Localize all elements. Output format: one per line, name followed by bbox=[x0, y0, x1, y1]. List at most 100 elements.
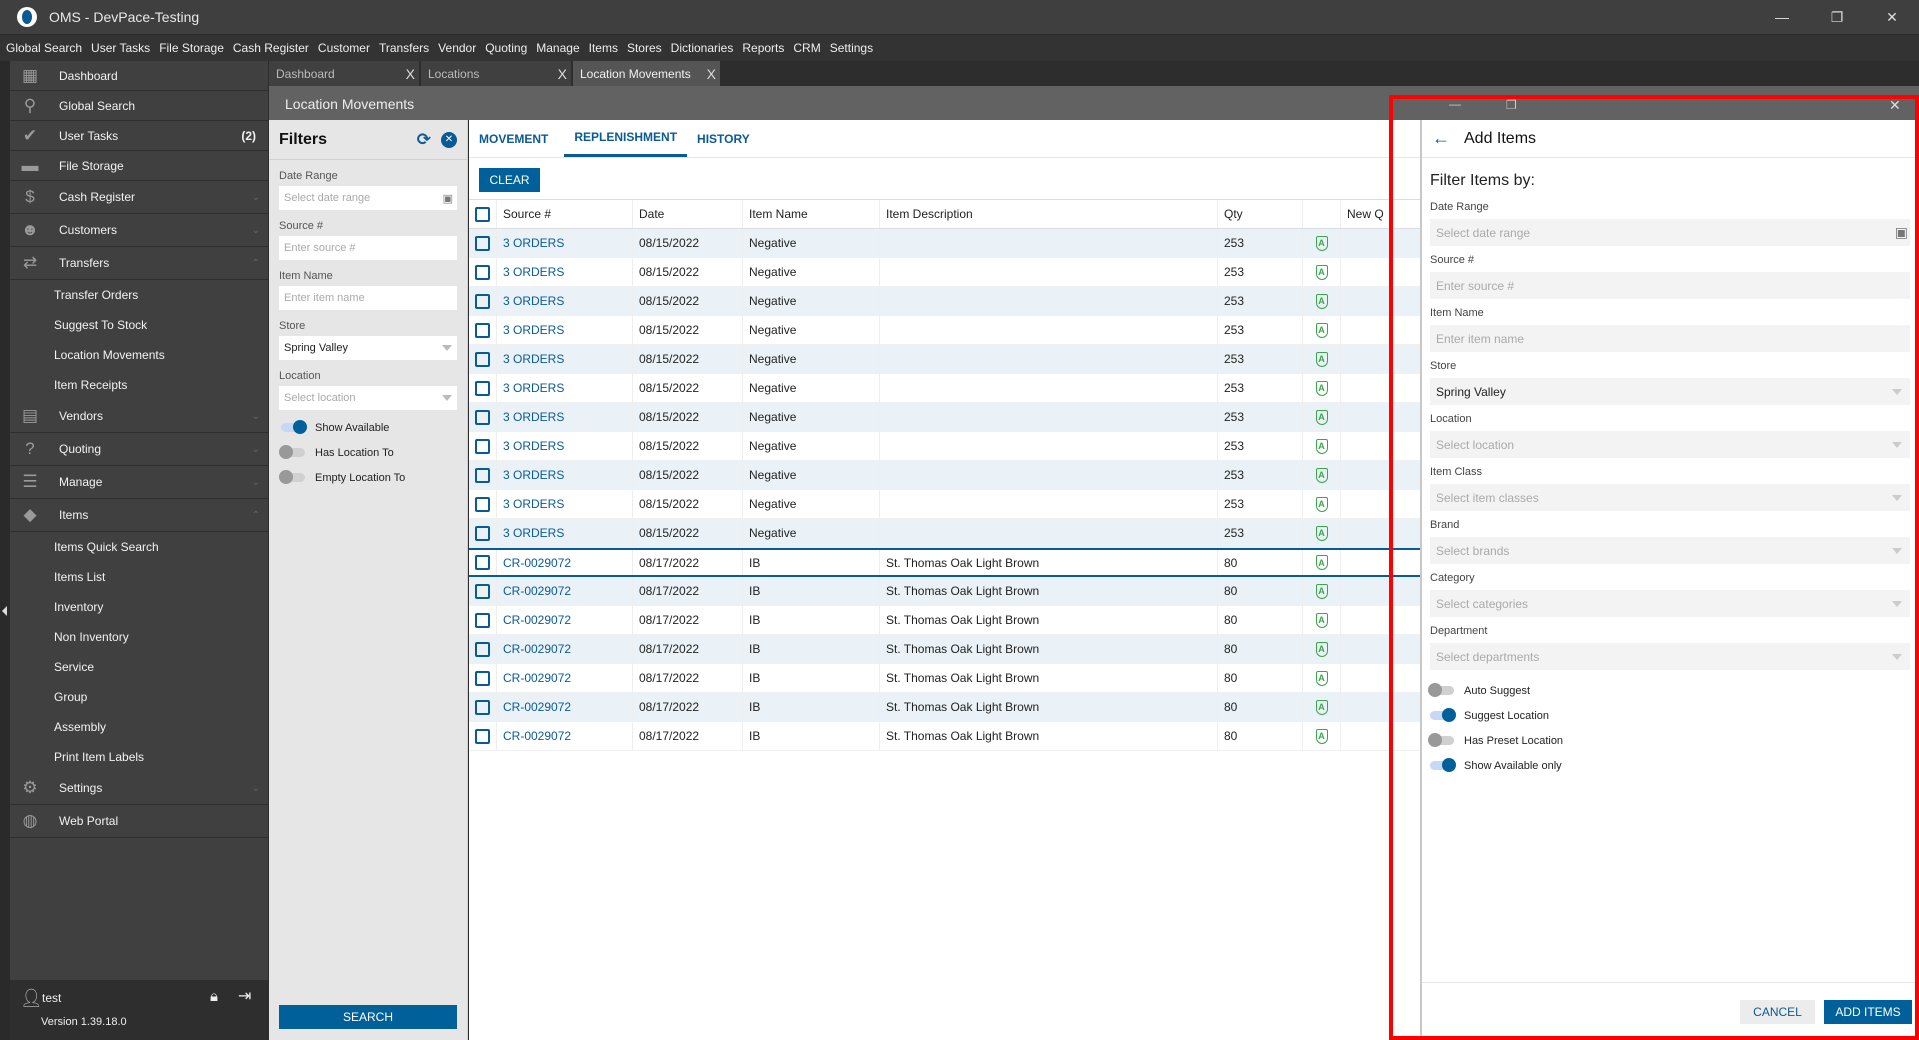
restore-button[interactable]: ❐ bbox=[1810, 0, 1864, 34]
sidebar-item-location-movements[interactable]: Location Movements bbox=[10, 340, 268, 370]
back-arrow-icon[interactable]: ← bbox=[1432, 128, 1450, 149]
chevron-icon[interactable]: ⌄ bbox=[252, 477, 260, 488]
close-tab-icon[interactable]: X bbox=[406, 66, 415, 82]
chevron-icon[interactable]: ⌃ bbox=[252, 510, 260, 521]
source-link[interactable]: 3 ORDERS bbox=[503, 381, 564, 395]
tab-dashboard[interactable]: Dashboard X bbox=[269, 61, 419, 86]
toggle-switch[interactable] bbox=[279, 445, 305, 459]
close-tab-icon[interactable]: X bbox=[707, 66, 716, 82]
brand-select[interactable]: Select brands bbox=[1430, 537, 1910, 564]
chevron-icon[interactable]: ⌄ bbox=[252, 225, 260, 236]
menu-vendor[interactable]: Vendor bbox=[438, 41, 476, 55]
source-link[interactable]: 3 ORDERS bbox=[503, 265, 564, 279]
source-input[interactable]: Enter source # bbox=[1430, 272, 1910, 299]
chevron-icon[interactable]: ⌃ bbox=[252, 258, 260, 269]
toggle-empty-location-to[interactable]: Empty Location To bbox=[279, 465, 467, 490]
location-select[interactable]: Select location bbox=[1430, 431, 1910, 458]
sidebar-item-customers[interactable]: ☻ Customers ⌄ bbox=[10, 214, 268, 247]
column-header[interactable]: Qty bbox=[1218, 200, 1303, 228]
sidebar-item-user-tasks[interactable]: ✔ User Tasks (2) bbox=[10, 121, 268, 151]
location-select[interactable]: Select location bbox=[279, 386, 457, 410]
column-header[interactable]: Date bbox=[633, 200, 743, 228]
select-all-checkbox[interactable] bbox=[475, 206, 490, 222]
calendar-icon[interactable]: ▣ bbox=[1895, 224, 1908, 241]
toggle-show-available-only[interactable]: Show Available only bbox=[1430, 753, 1915, 778]
row-checkbox[interactable] bbox=[475, 699, 490, 715]
lock-icon[interactable]: 🔒︎ bbox=[210, 988, 218, 1005]
sidebar-item-vendors[interactable]: ▤ Vendors ⌄ bbox=[10, 400, 268, 433]
source-link[interactable]: CR-0029072 bbox=[503, 729, 571, 743]
category-select[interactable]: Select categories bbox=[1430, 590, 1910, 617]
row-checkbox[interactable] bbox=[475, 555, 490, 570]
source-link[interactable]: 3 ORDERS bbox=[503, 294, 564, 308]
toggle-auto-suggest[interactable]: Auto Suggest bbox=[1428, 678, 1915, 703]
store-select[interactable]: Spring Valley bbox=[1430, 378, 1910, 405]
refresh-icon[interactable]: ⟳ bbox=[417, 130, 431, 150]
source-link[interactable]: 3 ORDERS bbox=[503, 352, 564, 366]
column-header[interactable]: Item Description bbox=[880, 200, 1218, 228]
clear-filters-icon[interactable]: ✕ bbox=[441, 131, 457, 148]
toggle-switch[interactable] bbox=[281, 420, 307, 434]
row-checkbox[interactable] bbox=[475, 583, 490, 599]
row-checkbox[interactable] bbox=[475, 264, 490, 280]
source-link[interactable]: CR-0029072 bbox=[503, 613, 571, 627]
sidebar-item-group[interactable]: Group bbox=[10, 682, 268, 712]
source-link[interactable]: 3 ORDERS bbox=[503, 497, 564, 511]
menu-global-search[interactable]: Global Search bbox=[6, 41, 82, 55]
sidebar-item-transfers[interactable]: ⇄ Transfers ⌃ bbox=[10, 247, 268, 280]
search-button[interactable]: SEARCH bbox=[279, 1005, 457, 1029]
row-checkbox[interactable] bbox=[475, 670, 490, 686]
row-checkbox[interactable] bbox=[475, 235, 490, 251]
sidebar-item-global-search[interactable]: ⚲ Global Search bbox=[10, 91, 268, 121]
modal-minimize-icon[interactable]: — bbox=[1449, 97, 1461, 111]
toggle-switch[interactable] bbox=[279, 470, 305, 484]
toggle-switch[interactable] bbox=[1428, 733, 1454, 747]
menu-crm[interactable]: CRM bbox=[793, 41, 820, 55]
modal-restore-icon[interactable]: ❐ bbox=[1506, 98, 1517, 112]
sidebar-item-suggest-to-stock[interactable]: Suggest To Stock bbox=[10, 310, 268, 340]
menu-transfers[interactable]: Transfers bbox=[379, 41, 429, 55]
department-select[interactable]: Select departments bbox=[1430, 643, 1910, 670]
menu-manage[interactable]: Manage bbox=[536, 41, 579, 55]
menu-settings[interactable]: Settings bbox=[830, 41, 873, 55]
item-name-input[interactable]: Enter item name bbox=[279, 286, 457, 310]
chevron-icon[interactable]: ⌄ bbox=[252, 783, 260, 794]
row-checkbox[interactable] bbox=[475, 496, 490, 512]
collapse-arrow-icon[interactable] bbox=[2, 606, 7, 616]
sidebar-item-transfer-orders[interactable]: Transfer Orders bbox=[10, 280, 268, 310]
menu-quoting[interactable]: Quoting bbox=[485, 41, 527, 55]
sidebar-item-quoting[interactable]: ? Quoting ⌄ bbox=[10, 433, 268, 466]
close-tab-icon[interactable]: X bbox=[558, 66, 567, 82]
calendar-icon[interactable]: ▣ bbox=[443, 192, 453, 205]
row-checkbox[interactable] bbox=[475, 351, 490, 367]
sidebar-item-item-receipts[interactable]: Item Receipts bbox=[10, 370, 268, 400]
logout-icon[interactable]: ⇥ bbox=[238, 986, 251, 1006]
menu-customer[interactable]: Customer bbox=[318, 41, 370, 55]
sidebar-item-manage[interactable]: ☰ Manage ⌄ bbox=[10, 466, 268, 499]
toggle-switch[interactable] bbox=[1430, 708, 1456, 722]
store-select[interactable]: Spring Valley bbox=[279, 336, 457, 360]
column-header[interactable]: Item Name bbox=[743, 200, 880, 228]
source-link[interactable]: CR-0029072 bbox=[503, 671, 571, 685]
sidebar-item-web-portal[interactable]: ◍ Web Portal bbox=[10, 805, 268, 838]
source-link[interactable]: 3 ORDERS bbox=[503, 526, 564, 540]
toggle-switch[interactable] bbox=[1428, 683, 1454, 697]
date-range-input[interactable]: Select date range ▣ bbox=[279, 186, 457, 210]
source-input[interactable]: Enter source # bbox=[279, 236, 457, 260]
sidebar-item-inventory[interactable]: Inventory bbox=[10, 592, 268, 622]
sidebar-item-service[interactable]: Service bbox=[10, 652, 268, 682]
sidebar-item-items[interactable]: ◆ Items ⌃ bbox=[10, 499, 268, 532]
close-button[interactable]: ✕ bbox=[1865, 0, 1919, 34]
row-checkbox[interactable] bbox=[475, 380, 490, 396]
sidebar-item-items-quick-search[interactable]: Items Quick Search bbox=[10, 532, 268, 562]
source-link[interactable]: 3 ORDERS bbox=[503, 410, 564, 424]
source-link[interactable]: 3 ORDERS bbox=[503, 468, 564, 482]
source-link[interactable]: CR-0029072 bbox=[503, 642, 571, 656]
tab-movement[interactable]: MOVEMENT bbox=[479, 120, 556, 157]
add-items-button[interactable]: ADD ITEMS bbox=[1824, 1000, 1912, 1024]
menu-items[interactable]: Items bbox=[589, 41, 618, 55]
sidebar-item-settings[interactable]: ⚙ Settings ⌄ bbox=[10, 772, 268, 805]
row-checkbox[interactable] bbox=[475, 438, 490, 454]
sidebar-item-assembly[interactable]: Assembly bbox=[10, 712, 268, 742]
item-class-select[interactable]: Select item classes bbox=[1430, 484, 1910, 511]
